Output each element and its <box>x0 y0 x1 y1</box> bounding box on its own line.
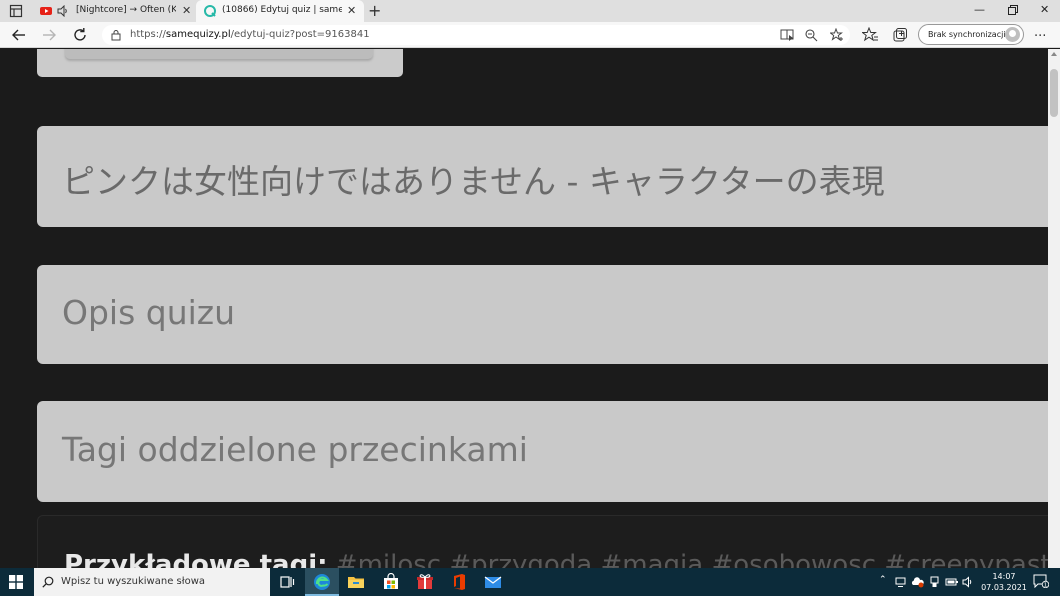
clock-time: 14:07 <box>992 572 1016 581</box>
previous-section-input[interactable] <box>65 49 373 59</box>
windows-taskbar: Wpisz tu wyszukiwane słowa ⌃ 14:07 07.03… <box>0 568 1060 596</box>
notifications-icon[interactable]: 1 <box>1033 574 1049 588</box>
microsoft-store-icon[interactable] <box>382 573 400 591</box>
usb-icon[interactable] <box>929 576 940 588</box>
edge-taskbar-button[interactable] <box>305 568 339 596</box>
volume-icon[interactable] <box>962 576 974 588</box>
tab-youtube[interactable]: [Nightcore] → Often (Kygo ✕ <box>32 0 196 22</box>
task-view-icon[interactable] <box>278 573 296 591</box>
notification-count: 1 <box>1044 583 1048 588</box>
taskbar-search-input[interactable]: Wpisz tu wyszukiwane słowa <box>34 568 270 596</box>
url-scheme: https:// <box>130 29 166 40</box>
refresh-icon[interactable] <box>71 26 89 44</box>
lock-icon[interactable] <box>110 29 122 41</box>
scroll-up-icon[interactable] <box>1051 52 1057 56</box>
office-icon[interactable] <box>450 573 468 591</box>
new-tab-button[interactable]: + <box>368 1 381 20</box>
battery-icon[interactable] <box>945 576 959 588</box>
minimize-icon[interactable]: — <box>974 3 985 16</box>
sync-label: Brak synchronizacji <box>928 30 1006 39</box>
zoom-icon[interactable] <box>804 28 818 42</box>
tab-samequizy[interactable]: (10866) Edytuj quiz | sameQuizy ✕ <box>196 0 364 22</box>
quiz-title-value: ピンクは女性向けではありません - キャラクターの表現 <box>62 162 885 201</box>
add-favorite-icon[interactable] <box>830 28 844 42</box>
tab-title: (10866) Edytuj quiz | sameQuizy <box>222 5 342 15</box>
url-text[interactable]: https://samequizy.pl/edytuj-quiz?post=91… <box>130 29 370 40</box>
file-explorer-icon[interactable] <box>347 573 365 591</box>
tab-strip: [Nightcore] → Often (Kygo ✕ (10866) Edyt… <box>0 0 1060 22</box>
url-host: samequizy.pl <box>165 29 231 40</box>
onedrive-icon[interactable] <box>911 576 924 588</box>
example-tags-label: Przykładowe tagi: <box>64 550 328 568</box>
sync-button[interactable]: Brak synchronizacji <box>918 24 1024 45</box>
gift-app-icon[interactable] <box>416 573 434 591</box>
close-window-icon[interactable]: ✕ <box>1040 3 1049 16</box>
search-icon <box>42 576 54 588</box>
url-path: /edytuj-quiz?post=9163841 <box>230 29 370 40</box>
quiz-tags-input[interactable]: Tagi oddzielone przecinkami <box>37 401 1048 502</box>
taskbar-search-placeholder: Wpisz tu wyszukiwane słowa <box>61 576 206 587</box>
quiz-description-placeholder: Opis quizu <box>62 293 236 332</box>
example-tags-list: #milosc #przygoda #magia #osobowosc #cre… <box>335 550 1048 568</box>
page-viewport: ピンクは女性向けではありません - キャラクターの表現 Opis quizu T… <box>0 49 1048 568</box>
taskbar-clock[interactable]: 14:07 07.03.2021 <box>980 571 1028 593</box>
restore-icon[interactable] <box>1008 5 1018 15</box>
forward-icon[interactable] <box>40 26 58 44</box>
edge-icon <box>314 574 330 590</box>
profile-avatar-icon <box>1005 27 1020 42</box>
show-hidden-icons-icon[interactable]: ⌃ <box>879 575 887 585</box>
collections-icon[interactable] <box>892 27 908 43</box>
tab-actions-icon[interactable] <box>9 4 23 18</box>
close-tab-icon[interactable]: ✕ <box>182 4 191 17</box>
network-icon[interactable] <box>895 576 907 588</box>
youtube-icon <box>40 7 52 15</box>
clock-date: 07.03.2021 <box>981 583 1027 592</box>
back-icon[interactable] <box>10 26 28 44</box>
previous-section-card <box>37 49 403 77</box>
quiz-title-input[interactable]: ピンクは女性向けではありません - キャラクターの表現 <box>37 126 1048 227</box>
address-bar[interactable]: https://samequizy.pl/edytuj-quiz?post=91… <box>102 25 850 45</box>
mail-icon[interactable] <box>484 573 502 591</box>
samequizy-icon <box>204 5 216 17</box>
speaker-icon[interactable] <box>57 5 69 17</box>
example-tags-line: Przykładowe tagi: #milosc #przygoda #mag… <box>64 550 1048 568</box>
favorites-icon[interactable] <box>862 27 878 43</box>
page-scrollbar[interactable] <box>1048 49 1060 568</box>
browser-toolbar: https://samequizy.pl/edytuj-quiz?post=91… <box>0 22 1060 48</box>
settings-menu-icon[interactable]: ... <box>1034 25 1046 40</box>
tab-title: [Nightcore] → Often (Kygo <box>76 5 176 15</box>
scrollbar-thumb[interactable] <box>1050 69 1058 117</box>
immersive-reader-icon[interactable] <box>780 28 794 42</box>
close-tab-icon[interactable]: ✕ <box>347 4 356 17</box>
example-tags-box: Przykładowe tagi: #milosc #przygoda #mag… <box>37 515 1048 568</box>
quiz-description-input[interactable]: Opis quizu <box>37 265 1048 364</box>
quiz-tags-placeholder: Tagi oddzielone przecinkami <box>62 430 528 469</box>
windows-start-icon[interactable] <box>9 575 23 589</box>
